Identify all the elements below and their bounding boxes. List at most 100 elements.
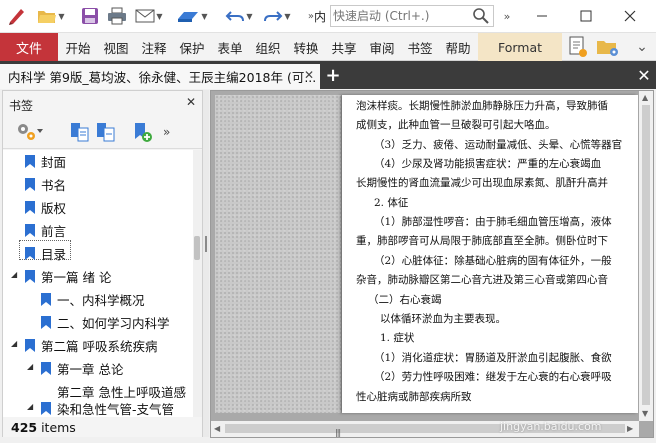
tab-bookmark[interactable]: 书签 (402, 33, 438, 61)
tab-share[interactable]: 共享 (326, 33, 362, 61)
minimize-button[interactable] (526, 4, 558, 28)
page-text-line: 以体循环淤血为主要表现。 (380, 313, 506, 325)
page-text-line: 重，肺部啰音可从局限于肺底部直至全肺。侧卧位时下 (356, 235, 608, 247)
email-icon[interactable]: ▼ (134, 5, 164, 27)
tab-view[interactable]: 视图 (98, 33, 134, 61)
page-text-line: 2. 体征 (374, 197, 409, 209)
expand-toggle-icon[interactable]: ◢ (27, 362, 33, 371)
page-text-line: （3）乏力、疲倦、运动耐量减低、头晕、心慌等器官 (374, 139, 623, 151)
tab-organize[interactable]: 组织 (250, 33, 286, 61)
document-settings-icon[interactable] (566, 36, 590, 58)
bookmark-item[interactable]: 版权 (25, 196, 66, 218)
bookmark-icon (25, 200, 35, 214)
redo-icon[interactable]: ▼ (260, 5, 294, 27)
bookmark-icon (41, 315, 51, 329)
chevron-down-icon[interactable]: ▼ (156, 12, 162, 21)
scroll-right-arrow-icon[interactable]: ▶ (627, 424, 633, 433)
quick-launch-search[interactable] (330, 5, 494, 27)
document-view[interactable]: 泡沫样痰。长期慢性肺淤血肺静脉压力升高，导致肺循 成侧支，此种血管一旦破裂可引起大… (210, 90, 654, 438)
expand-bookmarks-icon[interactable] (69, 119, 91, 145)
tab-file[interactable]: 文件 (0, 33, 58, 61)
close-window-button[interactable] (614, 4, 646, 28)
tab-format[interactable]: Format (478, 33, 562, 61)
expand-toggle-icon[interactable]: ◢ (11, 339, 17, 348)
scroll-left-arrow-icon[interactable]: ◀ (214, 424, 220, 433)
chevron-down-icon[interactable]: ▼ (58, 12, 64, 21)
tab-review[interactable]: 审阅 (364, 33, 400, 61)
bookmarks-toolbar: » (3, 115, 202, 149)
qat-overflow[interactable]: » 内 (304, 5, 330, 27)
item-count-suffix: items (37, 420, 76, 435)
undo-icon[interactable]: ▼ (222, 5, 256, 27)
expand-toggle-icon[interactable]: ◢ (11, 270, 17, 279)
bookmark-item-selected[interactable]: 目录 (25, 242, 66, 264)
chevron-down-icon[interactable]: ▼ (284, 12, 290, 21)
bookmark-tree-scrollbar[interactable] (193, 150, 202, 418)
scan-icon[interactable]: ▼ (172, 5, 212, 27)
customize-chevron-icon[interactable]: » (500, 5, 514, 27)
ribbon-tabs: 文件 开始 视图 注释 保护 表单 组织 转换 共享 审阅 书签 帮助 Form… (0, 33, 656, 61)
close-tab-icon[interactable]: ✕ (304, 68, 314, 82)
tab-help[interactable]: 帮助 (440, 33, 476, 61)
bookmark-item[interactable]: 一、内科学概况 (41, 288, 145, 310)
bookmark-item[interactable]: 染和急性气管-支气管 (41, 397, 174, 418)
page-text-line: 性心脏病或肺部疾病所致 (356, 391, 472, 403)
bookmark-item[interactable]: 第二篇 呼吸系统疾病 (25, 334, 157, 356)
page-text-line: （1）消化道症状：胃肠道及肝淤血引起腹胀、食欲 (374, 352, 612, 364)
open-folder-icon[interactable]: ▼ (36, 5, 66, 27)
scroll-down-arrow-icon[interactable]: ▼ (642, 409, 648, 418)
search-input[interactable] (333, 7, 469, 25)
page-text-line: 泡沫样痰。长期慢性肺淤血肺静脉压力升高，导致肺循 (356, 100, 608, 112)
collapse-bookmarks-icon[interactable] (95, 119, 117, 145)
print-icon[interactable] (104, 5, 130, 27)
bookmark-label: 二、如何学习内科学 (57, 315, 170, 331)
new-tab-button[interactable]: + (323, 65, 343, 86)
chevron-down-icon[interactable]: ▼ (201, 12, 207, 21)
tab-convert[interactable]: 转换 (288, 33, 324, 61)
bookmark-icon (41, 361, 51, 375)
more-options-chevron-icon[interactable]: » (163, 119, 170, 145)
bookmark-item[interactable]: 二、如何学习内科学 (41, 311, 170, 333)
pdf-page[interactable]: 泡沫样痰。长期慢性肺淤血肺静脉压力升高，导致肺循 成侧支，此种血管一旦破裂可引起大… (342, 95, 638, 413)
expand-toggle-icon[interactable]: ◢ (27, 402, 33, 411)
bookmark-item[interactable]: 前言 (25, 219, 66, 241)
bookmark-item[interactable]: 书名 (25, 173, 66, 195)
tab-home[interactable]: 开始 (60, 33, 96, 61)
app-logo-icon (4, 5, 30, 27)
close-document-icon[interactable]: ✕ (634, 65, 654, 85)
add-bookmark-icon[interactable] (131, 119, 153, 145)
bookmark-icon (41, 292, 51, 306)
panel-splitter[interactable] (203, 90, 209, 437)
scrollbar-thumb[interactable] (194, 236, 200, 260)
collapse-ribbon-chevron-icon[interactable]: ⌄ (632, 36, 652, 58)
bookmark-options-gear-icon[interactable] (13, 119, 43, 145)
bookmark-item[interactable]: 封面 (25, 150, 66, 172)
search-icon[interactable] (472, 7, 490, 28)
splitter-grip[interactable] (205, 236, 207, 252)
scroll-up-arrow-icon[interactable]: ▲ (642, 93, 648, 102)
tab-protect[interactable]: 保护 (174, 33, 210, 61)
document-tab[interactable]: 内科学 第9版_葛均波、徐永健、王辰主编2018年 (可... ✕ (0, 64, 320, 89)
document-vertical-scrollbar[interactable]: ▲ ▼ (639, 91, 653, 421)
bookmark-icon (25, 246, 35, 260)
bookmark-label: 书名 (41, 177, 67, 193)
bookmark-icon (25, 177, 35, 191)
chevron-down-icon[interactable]: ▼ (246, 12, 252, 21)
bookmark-icon (25, 154, 35, 168)
page-text-line: （4）少尿及肾功能损害症状：严重的左心衰竭血 (374, 158, 602, 170)
tab-comment[interactable]: 注释 (136, 33, 172, 61)
folder-gear-icon[interactable] (594, 36, 622, 58)
bookmark-item[interactable]: 第一篇 绪 论 (25, 265, 111, 287)
maximize-button[interactable] (570, 4, 602, 28)
scrollbar-thumb[interactable] (642, 105, 650, 405)
page-text-line: 1. 症状 (380, 332, 415, 344)
save-icon[interactable] (78, 5, 102, 27)
bookmark-label: 第一篇 绪 论 (41, 269, 112, 285)
bookmarks-panel: 书签 ✕ » 封面 书名 版权 前言 目录 ◢ 第一篇 绪 论 一、内科学概况 … (2, 90, 203, 437)
close-panel-icon[interactable]: ✕ (186, 95, 196, 109)
bookmark-icon (25, 338, 35, 352)
bookmark-item[interactable]: 第一章 总论 (41, 357, 123, 379)
page-text-line: 杂音，肺动脉瓣区第二心音亢进及第三心音或第四心音 (356, 274, 608, 286)
tab-form[interactable]: 表单 (212, 33, 248, 61)
page-text-line: （2）心脏体征：除基础心脏病的固有体征外，一般 (374, 255, 612, 267)
